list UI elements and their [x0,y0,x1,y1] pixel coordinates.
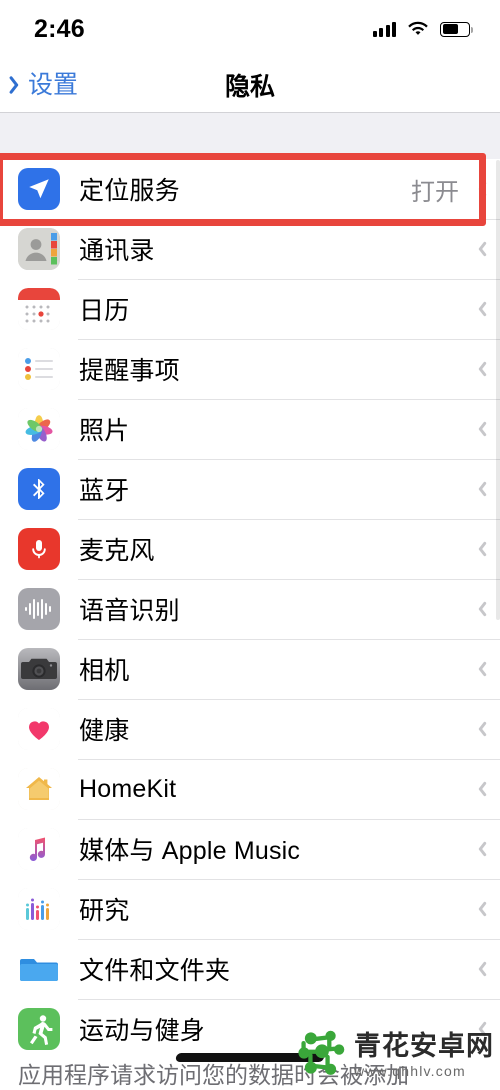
bluetooth-icon [18,468,60,510]
research-icon [18,888,60,930]
status-bar-indicators [372,21,474,37]
watermark-text: 青花安卓网 www.qhhlv.com [354,1031,494,1079]
list-item-location-services[interactable]: 定位服务 打开 [0,159,500,219]
status-bar-time: 2:46 [34,14,85,43]
list-item-research[interactable]: 研究 [0,879,500,939]
list-item-label: HomeKit [79,774,177,803]
chevron-right-icon [473,900,484,919]
list-item-label: 语音识别 [79,597,180,625]
photos-icon [18,408,60,450]
list-item-label: 日历 [79,297,130,325]
list-item-reminders[interactable]: 提醒事项 [0,339,500,399]
chevron-right-icon [473,840,484,859]
list-item-camera[interactable]: 相机 [0,639,500,699]
list-item-media-apple-music[interactable]: 媒体与 Apple Music [0,819,500,879]
chevron-right-icon [473,960,484,979]
privacy-settings-list: 定位服务 打开 通讯录 日历 提醒事项 照片 蓝牙 麦克风 语音识别 相机 健康… [0,159,500,1059]
list-item-label: 定位服务 [79,177,180,205]
list-item-calendar[interactable]: 日历 [0,279,500,339]
chevron-right-icon [473,600,484,619]
contacts-icon [18,228,60,270]
section-gap [0,113,500,159]
list-item-microphone[interactable]: 麦克风 [0,519,500,579]
vertical-scrollbar[interactable] [496,160,500,620]
chevron-right-icon [473,480,484,499]
list-item-label: 研究 [79,897,130,925]
status-bar: 2:46 [0,0,500,58]
molecule-logo-icon [296,1029,348,1082]
chevron-right-icon [473,180,484,199]
list-item-label: 相机 [79,657,130,685]
navigation-bar: 设置 隐私 [0,58,500,113]
motion-fitness-icon [18,1008,60,1050]
list-item-contacts[interactable]: 通讯录 [0,219,500,279]
chevron-right-icon [473,420,484,439]
files-and-folders-icon [18,948,60,990]
list-item-files-and-folders[interactable]: 文件和文件夹 [0,939,500,999]
wifi-icon [407,21,429,37]
chevron-left-icon [12,74,25,96]
list-item-label: 通讯录 [79,237,155,265]
health-icon [18,708,60,750]
battery-icon [440,21,474,37]
cellular-signal-icon [372,21,396,37]
watermark: 青花安卓网 www.qhhlv.com [296,1029,494,1082]
speech-recognition-icon [18,588,60,630]
chevron-right-icon [473,240,484,259]
list-item-label: 提醒事项 [79,357,180,385]
chevron-right-icon [473,720,484,739]
back-button[interactable]: 设置 [0,70,79,99]
list-item-homekit[interactable]: HomeKit [0,759,500,819]
chevron-right-icon [473,780,484,799]
list-item-photos[interactable]: 照片 [0,399,500,459]
list-item-health[interactable]: 健康 [0,699,500,759]
chevron-right-icon [473,360,484,379]
watermark-name: 青花安卓网 [354,1031,494,1061]
location-services-icon [18,168,60,210]
reminders-icon [18,348,60,390]
apple-music-icon [18,828,60,870]
list-item-label: 蓝牙 [79,477,130,505]
watermark-url: www.qhhlv.com [354,1063,466,1079]
homekit-icon [18,768,60,810]
list-item-label: 照片 [79,417,130,445]
microphone-icon [18,528,60,570]
list-item-value: 打开 [411,178,459,206]
camera-icon [18,648,60,690]
list-item-speech-recognition[interactable]: 语音识别 [0,579,500,639]
list-item-bluetooth[interactable]: 蓝牙 [0,459,500,519]
list-item-label: 文件和文件夹 [79,957,231,985]
list-item-label: 媒体与 Apple Music [79,837,301,865]
list-item-label: 健康 [79,717,130,745]
chevron-right-icon [473,300,484,319]
chevron-right-icon [473,660,484,679]
back-button-label: 设置 [28,70,79,99]
chevron-right-icon [473,540,484,559]
list-item-label: 麦克风 [79,537,155,565]
calendar-icon [18,288,60,330]
